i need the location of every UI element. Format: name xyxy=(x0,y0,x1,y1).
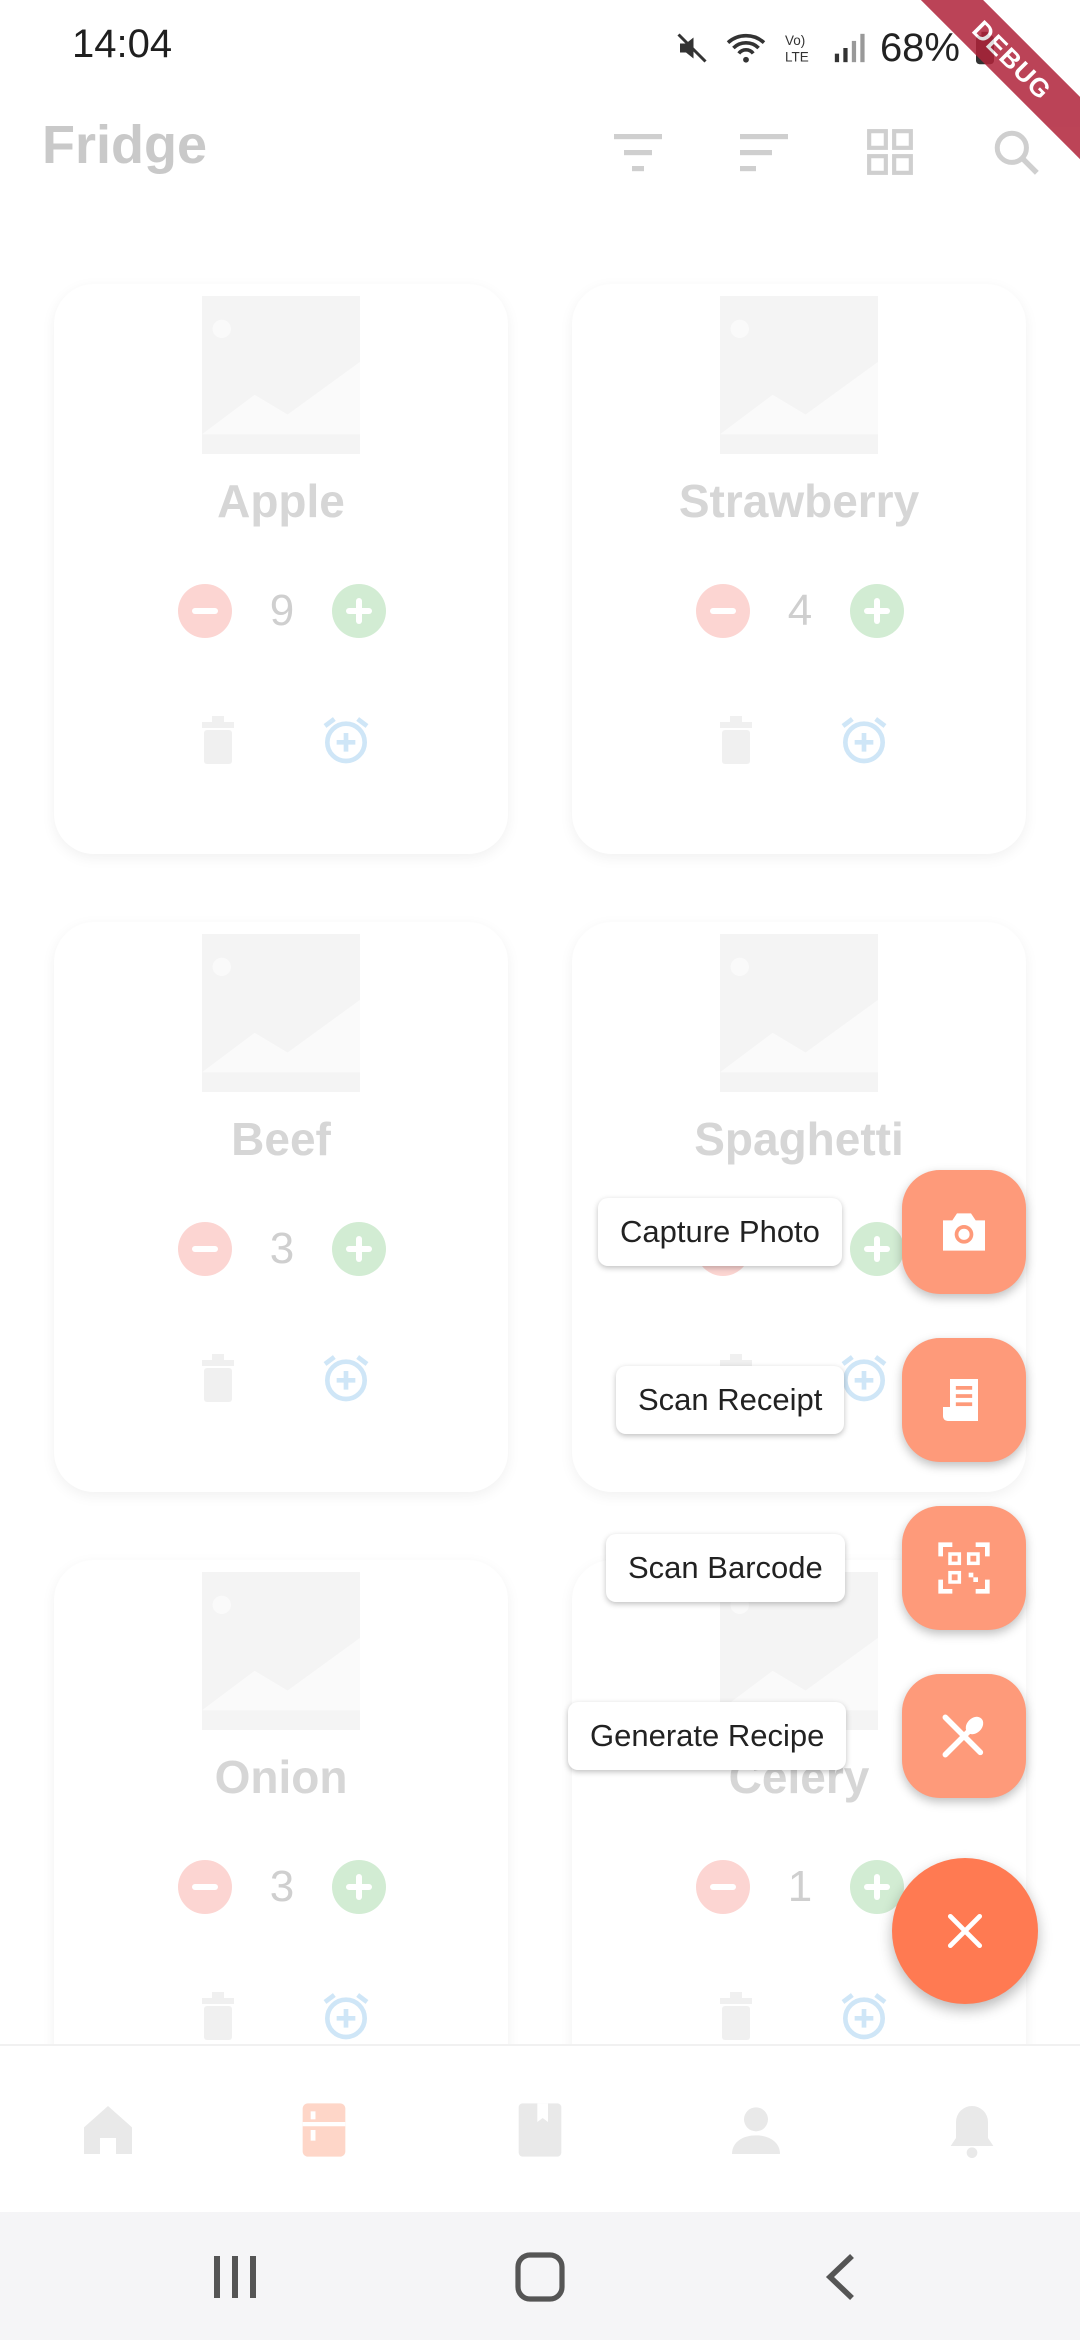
battery-level: 68% xyxy=(879,25,960,70)
capture-photo-button[interactable] xyxy=(902,1170,1026,1294)
quantity-stepper: 4 xyxy=(572,584,1026,640)
trash-icon[interactable] xyxy=(198,714,238,766)
image-placeholder-icon xyxy=(720,934,878,1092)
volte-icon: Vo) LTE xyxy=(785,33,809,65)
sort-button[interactable] xyxy=(728,116,800,188)
increase-button[interactable] xyxy=(850,584,904,638)
quantity-stepper: 9 xyxy=(54,584,508,640)
increase-button[interactable] xyxy=(332,1222,386,1276)
trash-icon[interactable] xyxy=(198,1352,238,1404)
status-icons: Vo) LTE 68% xyxy=(674,20,996,76)
nav-home[interactable] xyxy=(68,2090,148,2170)
increase-button[interactable] xyxy=(850,1222,904,1276)
image-placeholder-icon xyxy=(202,1572,360,1730)
wifi-icon xyxy=(726,33,766,63)
close-icon xyxy=(947,1913,983,1949)
scan-barcode-label[interactable]: Scan Barcode xyxy=(606,1534,845,1602)
item-name: Spaghetti xyxy=(694,1113,904,1165)
search-icon xyxy=(994,130,1039,175)
person-icon xyxy=(732,2107,780,2154)
nav-fridge[interactable] xyxy=(284,2090,364,2170)
grid-view-button[interactable] xyxy=(854,116,926,188)
generate-recipe-label[interactable]: Generate Recipe xyxy=(568,1702,847,1770)
item-quantity: 9 xyxy=(269,586,295,635)
system-navigation-bar xyxy=(0,2212,1080,2340)
scan-receipt-button[interactable] xyxy=(902,1338,1026,1462)
app-screen: 14:04 Vo) LTE 68% DEBUG Fridge Apple 9 S… xyxy=(0,0,1080,2340)
item-quantity: 4 xyxy=(787,586,813,635)
quantity-stepper: 3 xyxy=(54,1860,508,1916)
capture-photo-label[interactable]: Capture Photo xyxy=(598,1198,842,1266)
alarm-add-icon[interactable] xyxy=(318,1350,374,1406)
item-card[interactable]: Beef 3 xyxy=(54,922,508,1492)
signal-icon xyxy=(834,33,865,63)
search-button[interactable] xyxy=(980,116,1052,188)
item-card[interactable]: Strawberry 4 xyxy=(572,284,1026,854)
alarm-add-icon[interactable] xyxy=(318,1988,374,2044)
image-placeholder-icon xyxy=(720,296,878,454)
image-placeholder-icon xyxy=(202,934,360,1092)
scan-barcode-button[interactable] xyxy=(902,1506,1026,1630)
app-bar: Fridge xyxy=(0,96,1080,256)
alarm-add-icon[interactable] xyxy=(836,1988,892,2044)
back-button[interactable] xyxy=(812,2252,872,2302)
svg-text:Vo): Vo) xyxy=(785,33,805,48)
nav-recipes[interactable] xyxy=(500,2090,580,2170)
page-title: Fridge xyxy=(42,115,208,175)
home-button[interactable] xyxy=(510,2252,570,2302)
close-menu-button[interactable] xyxy=(892,1858,1038,2004)
decrease-button[interactable] xyxy=(696,1860,750,1914)
increase-button[interactable] xyxy=(332,584,386,638)
mute-icon xyxy=(677,33,707,63)
trash-icon[interactable] xyxy=(198,1990,238,2042)
nav-notifications[interactable] xyxy=(932,2090,1012,2170)
bell-icon xyxy=(950,2106,994,2158)
decrease-button[interactable] xyxy=(696,584,750,638)
bottom-navigation xyxy=(0,2044,1080,2214)
generate-recipe-button[interactable] xyxy=(902,1674,1026,1798)
scan-receipt-label[interactable]: Scan Receipt xyxy=(616,1366,845,1434)
utensils-icon xyxy=(942,1714,984,1758)
trash-icon[interactable] xyxy=(716,1990,756,2042)
qr-scan-icon xyxy=(938,1542,990,1594)
receipt-icon xyxy=(943,1379,978,1421)
recent-apps-button[interactable] xyxy=(206,2252,266,2302)
alarm-add-icon[interactable] xyxy=(836,1350,892,1406)
quantity-stepper: 3 xyxy=(54,1222,508,1278)
fridge-icon xyxy=(302,2103,346,2157)
decrease-button[interactable] xyxy=(178,1860,232,1914)
camera-icon xyxy=(943,1213,985,1251)
item-name: Strawberry xyxy=(678,475,920,527)
book-icon xyxy=(518,2103,562,2157)
alarm-add-icon[interactable] xyxy=(318,712,374,768)
item-name: Apple xyxy=(217,475,345,527)
filter-icon xyxy=(614,134,662,172)
increase-button[interactable] xyxy=(332,1860,386,1914)
decrease-button[interactable] xyxy=(178,584,232,638)
alarm-add-icon[interactable] xyxy=(836,712,892,768)
nav-profile[interactable] xyxy=(716,2090,796,2170)
filter-button[interactable] xyxy=(602,116,674,188)
grid-view-icon xyxy=(867,129,913,175)
status-bar: 14:04 Vo) LTE 68% DEBUG xyxy=(0,0,1080,189)
sort-icon xyxy=(740,134,788,172)
trash-icon[interactable] xyxy=(716,714,756,766)
status-time: 14:04 xyxy=(72,22,173,66)
decrease-button[interactable] xyxy=(178,1222,232,1276)
item-name: Onion xyxy=(214,1751,348,1803)
item-name: Beef xyxy=(231,1113,331,1165)
svg-text:LTE: LTE xyxy=(785,50,809,65)
item-card[interactable]: Apple 9 xyxy=(54,284,508,854)
item-quantity: 3 xyxy=(269,1224,295,1273)
item-quantity: 1 xyxy=(787,1862,813,1911)
home-icon xyxy=(84,2106,132,2154)
image-placeholder-icon xyxy=(202,296,360,454)
item-quantity: 3 xyxy=(269,1862,295,1911)
